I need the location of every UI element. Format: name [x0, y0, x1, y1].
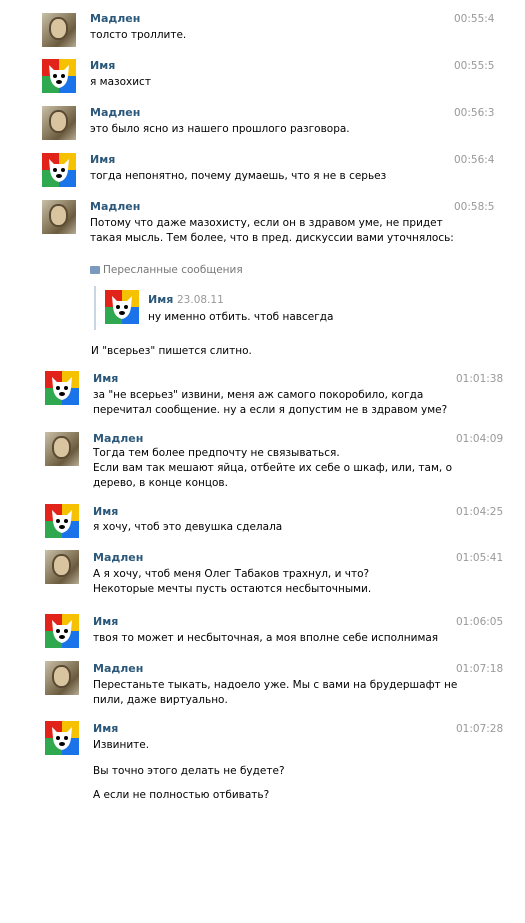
message-time[interactable]: 00:55:5	[454, 60, 494, 72]
message-time[interactable]: 01:06:05	[456, 616, 503, 628]
message-text: тогда непонятно, почему думаешь, что я н…	[90, 170, 387, 182]
message-time[interactable]: 00:56:4	[454, 154, 494, 166]
message-time[interactable]: 01:04:25	[456, 506, 503, 518]
photo-avatar[interactable]	[45, 432, 79, 466]
message-time[interactable]: 01:05:41	[456, 552, 503, 564]
photo-avatar[interactable]	[42, 13, 76, 47]
message-time[interactable]: 01:07:18	[456, 663, 503, 675]
message-text: твоя то может и несбыточная, а моя вполн…	[93, 632, 439, 644]
message-text: я хочу, чтоб это девушка сделала	[93, 521, 283, 533]
message-text: это было ясно из нашего прошлого разгово…	[90, 123, 350, 135]
message-time[interactable]: 01:07:28	[456, 723, 503, 735]
author-name[interactable]: Имя	[93, 615, 118, 628]
message-time[interactable]: 00:58:5	[454, 201, 494, 213]
message-text: Перестаньте тыкать, надоело уже. Мы с ва…	[93, 679, 458, 706]
author-name[interactable]: Имя	[93, 722, 118, 735]
message-text: я мазохист	[90, 76, 151, 88]
vk-dog-avatar[interactable]	[42, 59, 76, 93]
author-name[interactable]: Мадлен	[90, 200, 140, 213]
message-time[interactable]: 01:01:38	[456, 373, 503, 385]
forward-icon	[90, 266, 100, 274]
vk-dog-avatar[interactable]	[45, 721, 79, 755]
vk-dog-avatar[interactable]	[45, 371, 79, 405]
author-name[interactable]: Мадлен	[90, 106, 140, 119]
message-text: Тогда тем более предпочту не связываться…	[93, 447, 453, 489]
author-name[interactable]: Имя	[90, 59, 115, 72]
message-time[interactable]: 01:04:09	[456, 433, 503, 445]
photo-avatar[interactable]	[45, 661, 79, 695]
message-time[interactable]: 00:55:4	[454, 13, 494, 25]
message-text: за "не всерьез" извини, меня аж самого п…	[93, 389, 448, 416]
message-text: Извините.	[93, 739, 150, 751]
message-text-continuation: Вы точно этого делать не будете?	[93, 765, 285, 777]
author-name[interactable]: Имя	[90, 153, 115, 166]
author-name[interactable]: Мадлен	[93, 551, 143, 564]
message-text: Потому что даже мазохисту, если он в здр…	[90, 217, 454, 244]
message-text: толсто троллите.	[90, 29, 187, 41]
forwarded-messages-label[interactable]: Пересланные сообщения	[90, 264, 243, 276]
forwarded-quote-bar	[94, 286, 96, 330]
overlapping-text-artifact: ▁▁▁▁▁▁▁▁▁▁▁▁▁▁▁▁▁▁▁▁▁▁▁▁▁▁▁▁▁▁▁▁	[93, 590, 340, 596]
vk-dog-avatar[interactable]	[42, 153, 76, 187]
vk-dog-avatar[interactable]	[45, 614, 79, 648]
message-text-continuation: А если не полностью отбивать?	[93, 789, 270, 801]
author-name[interactable]: Мадлен	[93, 432, 143, 445]
message-time[interactable]: 00:56:3	[454, 107, 494, 119]
vk-dog-avatar[interactable]	[45, 504, 79, 538]
author-name[interactable]: Имя	[93, 372, 118, 385]
photo-avatar[interactable]	[42, 200, 76, 234]
author-name[interactable]: Имя	[93, 505, 118, 518]
photo-avatar[interactable]	[42, 106, 76, 140]
photo-avatar[interactable]	[45, 550, 79, 584]
forwarded-text: ну именно отбить. чтоб навсегда	[148, 311, 334, 323]
author-name[interactable]: Мадлен	[93, 662, 143, 675]
author-name[interactable]: Мадлен	[90, 12, 140, 25]
message-text-continuation: И "всерьез" пишется слитно.	[91, 345, 252, 357]
forwarded-date: 23.08.11	[177, 294, 224, 306]
forwarded-author[interactable]: Имя	[148, 293, 173, 306]
vk-dog-avatar[interactable]	[105, 290, 139, 324]
